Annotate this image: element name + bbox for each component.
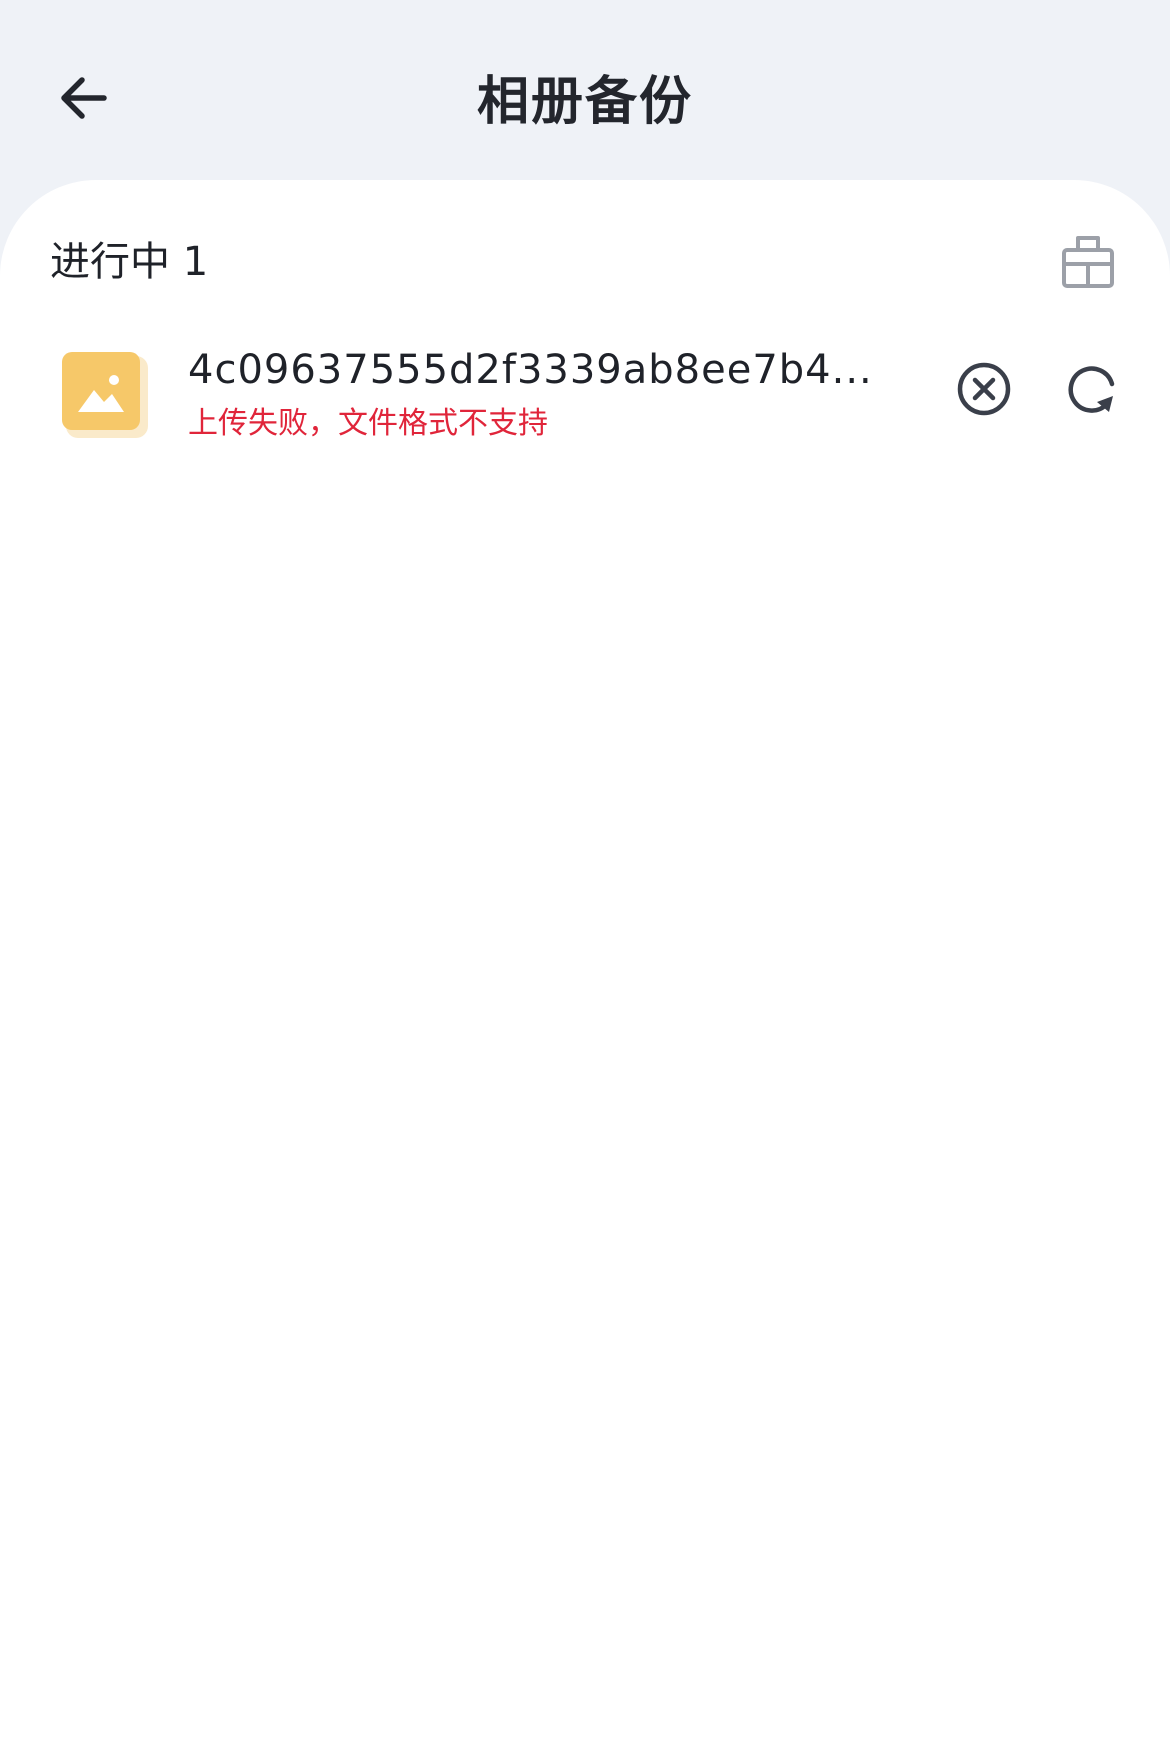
task-row[interactable]: 4c09637555d2f3339ab8ee7b4... 上传失败，文件格式不支…: [0, 330, 1170, 470]
retry-icon: [1068, 366, 1115, 413]
page-title: 相册备份: [476, 72, 693, 132]
retry-button[interactable]: [1063, 360, 1121, 418]
cancel-circle-icon: [957, 362, 1011, 416]
section-header-in-progress: 进行中 1: [50, 239, 209, 285]
image-file-icon: [62, 352, 148, 438]
clear-button[interactable]: [1056, 230, 1120, 294]
file-status-error: 上传失败，文件格式不支持: [188, 406, 548, 441]
content-panel: 进行中 1 4c09637555d2f3339ab8ee7b4... 上传失败，…: [0, 180, 1170, 1752]
nav-bar: 相册备份: [0, 0, 1170, 180]
cancel-button[interactable]: [955, 360, 1013, 418]
file-name: 4c09637555d2f3339ab8ee7b4...: [188, 347, 873, 393]
clear-icon: [1062, 236, 1114, 288]
file-thumb: [60, 350, 150, 440]
